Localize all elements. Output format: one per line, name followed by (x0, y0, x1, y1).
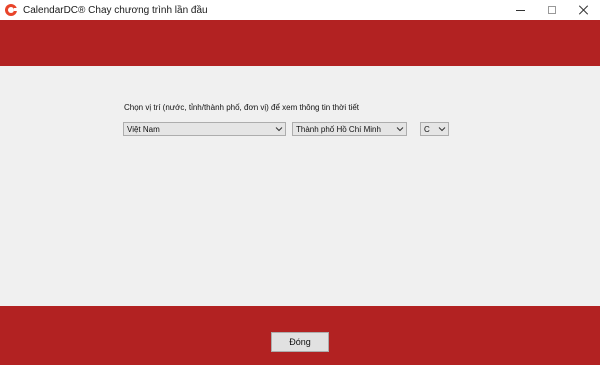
chevron-down-icon[interactable] (436, 123, 448, 135)
maximize-icon[interactable] (536, 0, 568, 20)
country-value: Việt Nam (127, 124, 160, 134)
temperature-unit-select[interactable]: C (420, 122, 449, 136)
content-area (0, 66, 600, 306)
unit-value: C (424, 124, 430, 134)
title-bar: CalendarDC® Chay chương trình lần đầu (0, 0, 600, 20)
location-prompt: Chọn vị trí (nước, tỉnh/thành phố, đơn v… (124, 103, 359, 112)
minimize-icon[interactable] (504, 0, 536, 20)
country-select[interactable]: Việt Nam (123, 122, 286, 136)
close-button[interactable]: Đóng (271, 332, 329, 352)
header-band (0, 20, 600, 66)
chevron-down-icon[interactable] (273, 123, 285, 135)
calendardc-logo-icon (5, 4, 18, 16)
city-select[interactable]: Thành phố Hồ Chí Minh (292, 122, 407, 136)
close-icon[interactable] (568, 0, 600, 20)
city-value: Thành phố Hồ Chí Minh (296, 124, 381, 134)
window-title: CalendarDC® Chay chương trình lần đầu (23, 4, 208, 16)
chevron-down-icon[interactable] (394, 123, 406, 135)
window-controls (504, 0, 600, 20)
